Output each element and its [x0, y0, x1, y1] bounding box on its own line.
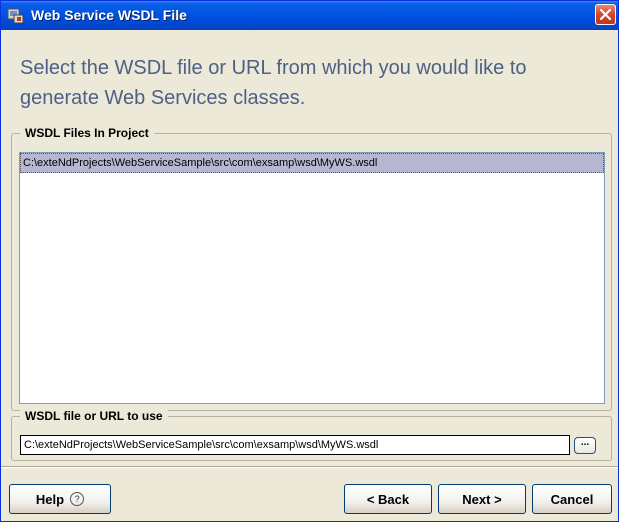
button-separator: [1, 466, 618, 468]
wsdl-files-groupbox: WSDL Files In Project C:\exteNdProjects\…: [11, 126, 612, 411]
application-icon: [7, 8, 24, 24]
wsdl-url-label: WSDL file or URL to use: [20, 409, 168, 423]
next-button[interactable]: Next >: [438, 484, 526, 514]
wsdl-url-groupbox: WSDL file or URL to use C:\exteNdProject…: [11, 409, 612, 461]
browse-button[interactable]: ...: [574, 437, 596, 454]
instruction-heading: Select the WSDL file or URL from which y…: [20, 57, 527, 109]
list-item[interactable]: C:\exteNdProjects\WebServiceSample\src\c…: [20, 153, 604, 173]
title-bar[interactable]: Web Service WSDL File: [1, 1, 618, 30]
back-button[interactable]: < Back: [344, 484, 432, 514]
close-button[interactable]: [595, 4, 616, 25]
help-button[interactable]: Help ?: [9, 484, 111, 514]
wsdl-url-input[interactable]: C:\exteNdProjects\WebServiceSample\src\c…: [20, 435, 570, 455]
window-title: Web Service WSDL File: [31, 7, 187, 23]
question-circle-icon: ?: [70, 492, 85, 506]
wsdl-files-label: WSDL Files In Project: [20, 126, 154, 140]
close-icon: [599, 8, 612, 21]
wsdl-files-list[interactable]: C:\exteNdProjects\WebServiceSample\src\c…: [19, 152, 605, 404]
wsdl-file-dialog: Web Service WSDL File Select the WSDL fi…: [0, 0, 619, 522]
help-label: Help: [35, 491, 65, 507]
cancel-button[interactable]: Cancel: [532, 484, 612, 514]
